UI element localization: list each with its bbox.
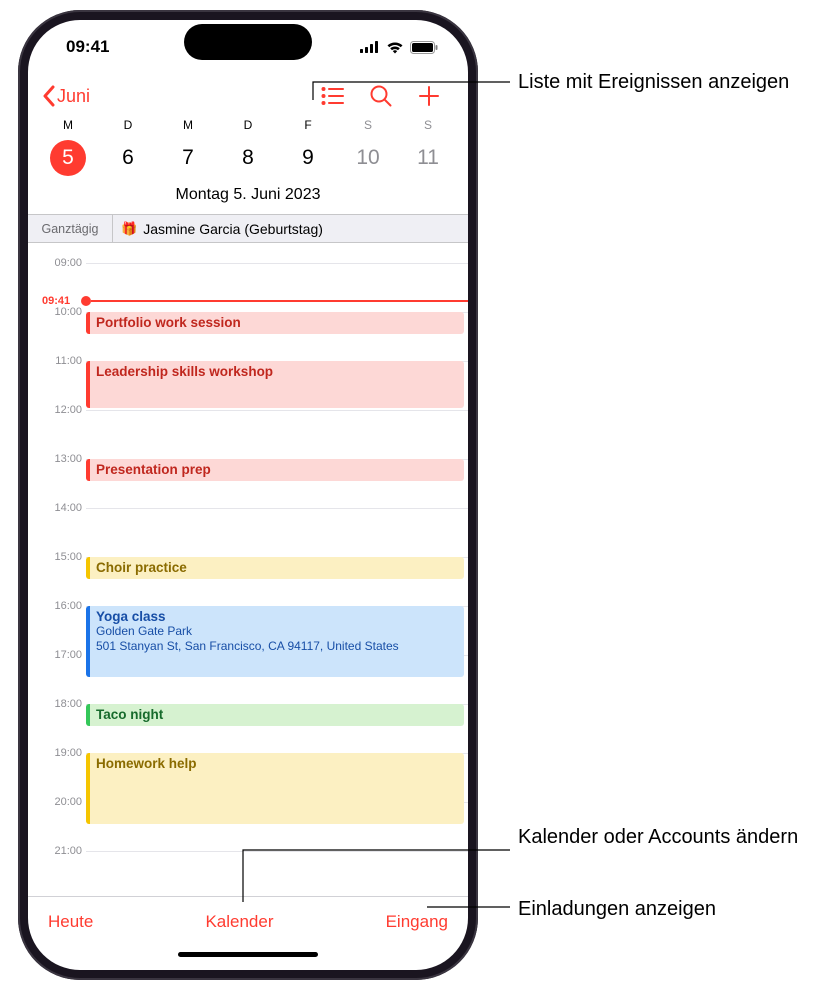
dynamic-island xyxy=(184,24,312,60)
